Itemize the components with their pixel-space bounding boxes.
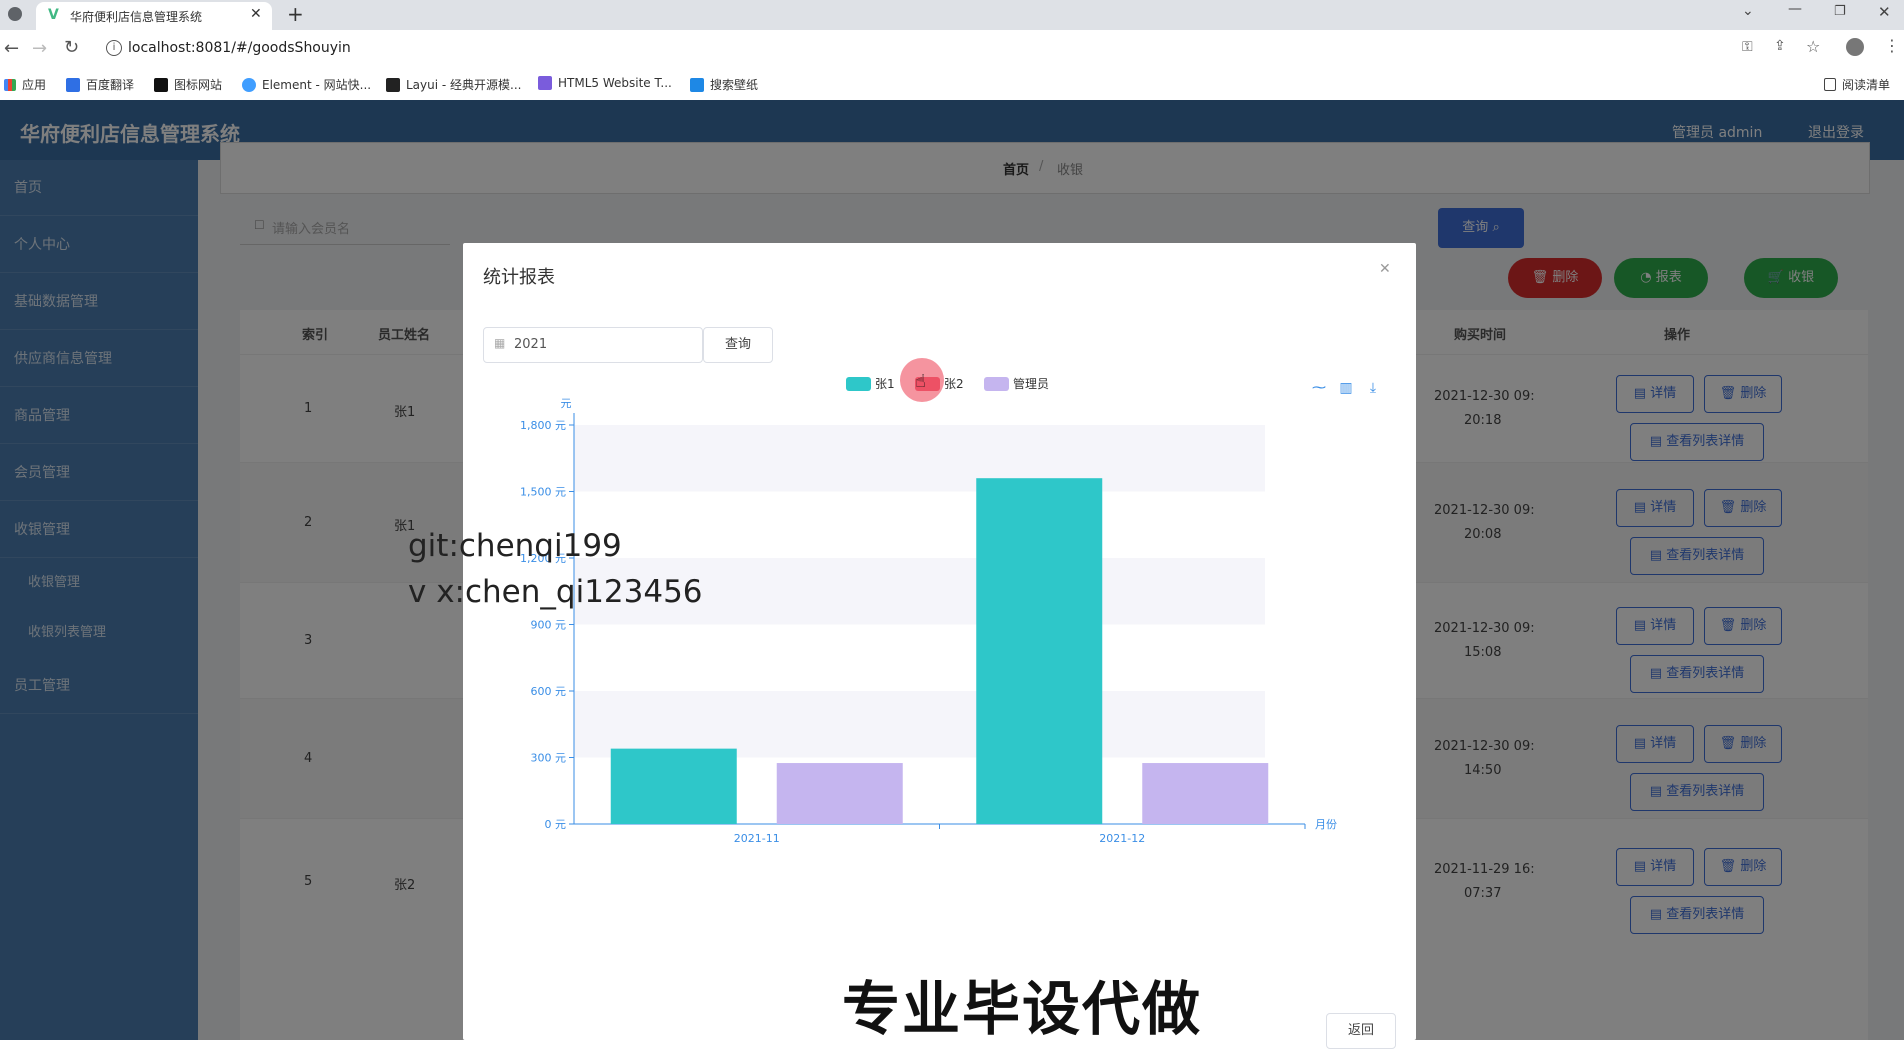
legend-label: 张1 (875, 377, 895, 391)
share-icon[interactable]: ⇪ (1774, 38, 1786, 54)
legend-label: 管理员 (1013, 376, 1049, 391)
browser-menu-icon[interactable] (8, 7, 22, 21)
dialog-close-icon[interactable]: ✕ (1379, 261, 1391, 277)
apps-grid-icon (4, 78, 16, 91)
browser-tab-strip: V 华府便利店信息管理系统 ✕ + ⌄ — ❐ ✕ (0, 0, 1904, 30)
legend-swatch (984, 377, 1009, 391)
profile-icon[interactable] (1846, 38, 1864, 56)
bar (610, 748, 737, 824)
grid-band (574, 425, 1265, 492)
tab-close-icon[interactable]: ✕ (250, 6, 262, 22)
legend-label: 张2 (944, 377, 964, 391)
tab-title: 华府便利店信息管理系统 (70, 10, 203, 24)
legend-swatch (846, 377, 871, 391)
bookmark-baidu-translate[interactable]: 百度翻译 (66, 76, 134, 93)
reading-list[interactable]: 阅读清单 (1824, 76, 1890, 93)
back-button[interactable]: 返回 (1326, 1013, 1396, 1049)
calendar-icon: ▦ (494, 336, 506, 350)
reading-list-icon (1824, 78, 1836, 91)
site-info-icon[interactable]: i (106, 40, 122, 56)
watermark-vx: v x:chen_qi123456 (408, 574, 703, 610)
address-bar-row: ← → ↻ i localhost:8081/#/goodsShouyin ⚿ … (0, 30, 1904, 68)
x-tick-label: 2021-12 (1099, 832, 1145, 845)
back-icon[interactable]: ← (4, 38, 19, 59)
watermark-git: git:chenqi199 (408, 528, 622, 564)
restore-icon[interactable]: ❐ (1834, 4, 1846, 19)
download-icon[interactable]: ⤓ (1370, 380, 1376, 396)
new-tab-icon[interactable]: + (287, 2, 304, 26)
bar-icon[interactable]: ▥ (1339, 380, 1352, 396)
hand-cursor-icon: ☝ (915, 371, 926, 392)
url-text[interactable]: localhost:8081/#/goodsShouyin (128, 40, 351, 56)
bookmark-wallpaper[interactable]: 搜索壁纸 (690, 76, 758, 93)
element-icon (242, 77, 256, 92)
reading-list-label: 阅读清单 (1842, 78, 1891, 92)
y-tick-label: 1,500 元 (520, 486, 566, 499)
bookmark-label: Layui - 经典开源模... (406, 78, 522, 92)
bookmark-label: 搜索壁纸 (710, 78, 759, 92)
back-button-label: 返回 (1347, 1023, 1374, 1038)
bar (976, 478, 1103, 824)
forward-icon[interactable]: → (32, 38, 47, 59)
report-dialog: 统计报表 ✕ ▦ 2021 查询 0 元 300 元 600 元 900 元 1,200… (463, 243, 1416, 1049)
browser-tab[interactable]: V 华府便利店信息管理系统 ✕ (36, 2, 272, 30)
reload-icon[interactable]: ↻ (64, 37, 79, 58)
bookmark-label: 百度翻译 (86, 78, 135, 92)
vue-logo-icon: V (48, 7, 59, 23)
bookmark-label: 图标网站 (174, 78, 223, 92)
star-icon[interactable]: ☆ (1806, 37, 1820, 56)
html5-icon (538, 76, 552, 90)
icon-site-icon (154, 77, 168, 92)
bar (1142, 763, 1269, 824)
bookmark-html5[interactable]: HTML5 Website T... (538, 76, 672, 90)
y-tick-label: 0 元 (545, 818, 567, 831)
key-icon[interactable]: ⚿ (1742, 39, 1753, 55)
watermark-banner: 专业毕设代做 (842, 975, 1203, 1043)
y-tick-label: 900 元 (531, 619, 567, 632)
dialog-query-label: 查询 (724, 337, 751, 352)
wallpaper-icon (690, 77, 704, 92)
bar-chart: 0 元300 元600 元900 元1,200 元1,500 元1,800 元元… (520, 376, 1376, 845)
bar (776, 763, 903, 824)
y-tick-label: 600 元 (531, 685, 567, 698)
grid-band (574, 691, 1265, 758)
bookmark-apps[interactable]: 应用 (4, 76, 46, 93)
y-tick-label: 300 元 (531, 752, 567, 765)
bookmark-icon-site[interactable]: 图标网站 (154, 76, 222, 93)
x-axis-label: 月份 (1315, 818, 1337, 831)
kebab-menu-icon[interactable]: ⋮ (1884, 36, 1900, 55)
translate-icon (66, 77, 80, 92)
bookmark-label: Element - 网站快... (262, 78, 372, 92)
bookmark-element[interactable]: Element - 网站快... (242, 76, 371, 93)
year-value: 2021 (514, 337, 548, 352)
dialog-title: 统计报表 (483, 267, 555, 288)
bookmark-label: 应用 (22, 78, 47, 92)
y-tick-label: 1,800 元 (520, 419, 566, 432)
bookmarks-bar: 应用 百度翻译 图标网站 Element - 网站快... Layui - 经典… (0, 68, 1904, 101)
minimize-icon[interactable]: — (1788, 1, 1802, 17)
window-close-icon[interactable]: ✕ (1878, 3, 1891, 21)
tab-list-chevron-icon[interactable]: ⌄ (1742, 3, 1754, 19)
x-tick-label: 2021-11 (734, 832, 780, 845)
bookmark-label: HTML5 Website T... (558, 76, 672, 90)
layui-icon (386, 77, 400, 92)
line-icon[interactable]: ⁓ (1312, 380, 1326, 396)
bookmark-layui[interactable]: Layui - 经典开源模... (386, 76, 521, 93)
y-axis-unit: 元 (561, 397, 572, 410)
